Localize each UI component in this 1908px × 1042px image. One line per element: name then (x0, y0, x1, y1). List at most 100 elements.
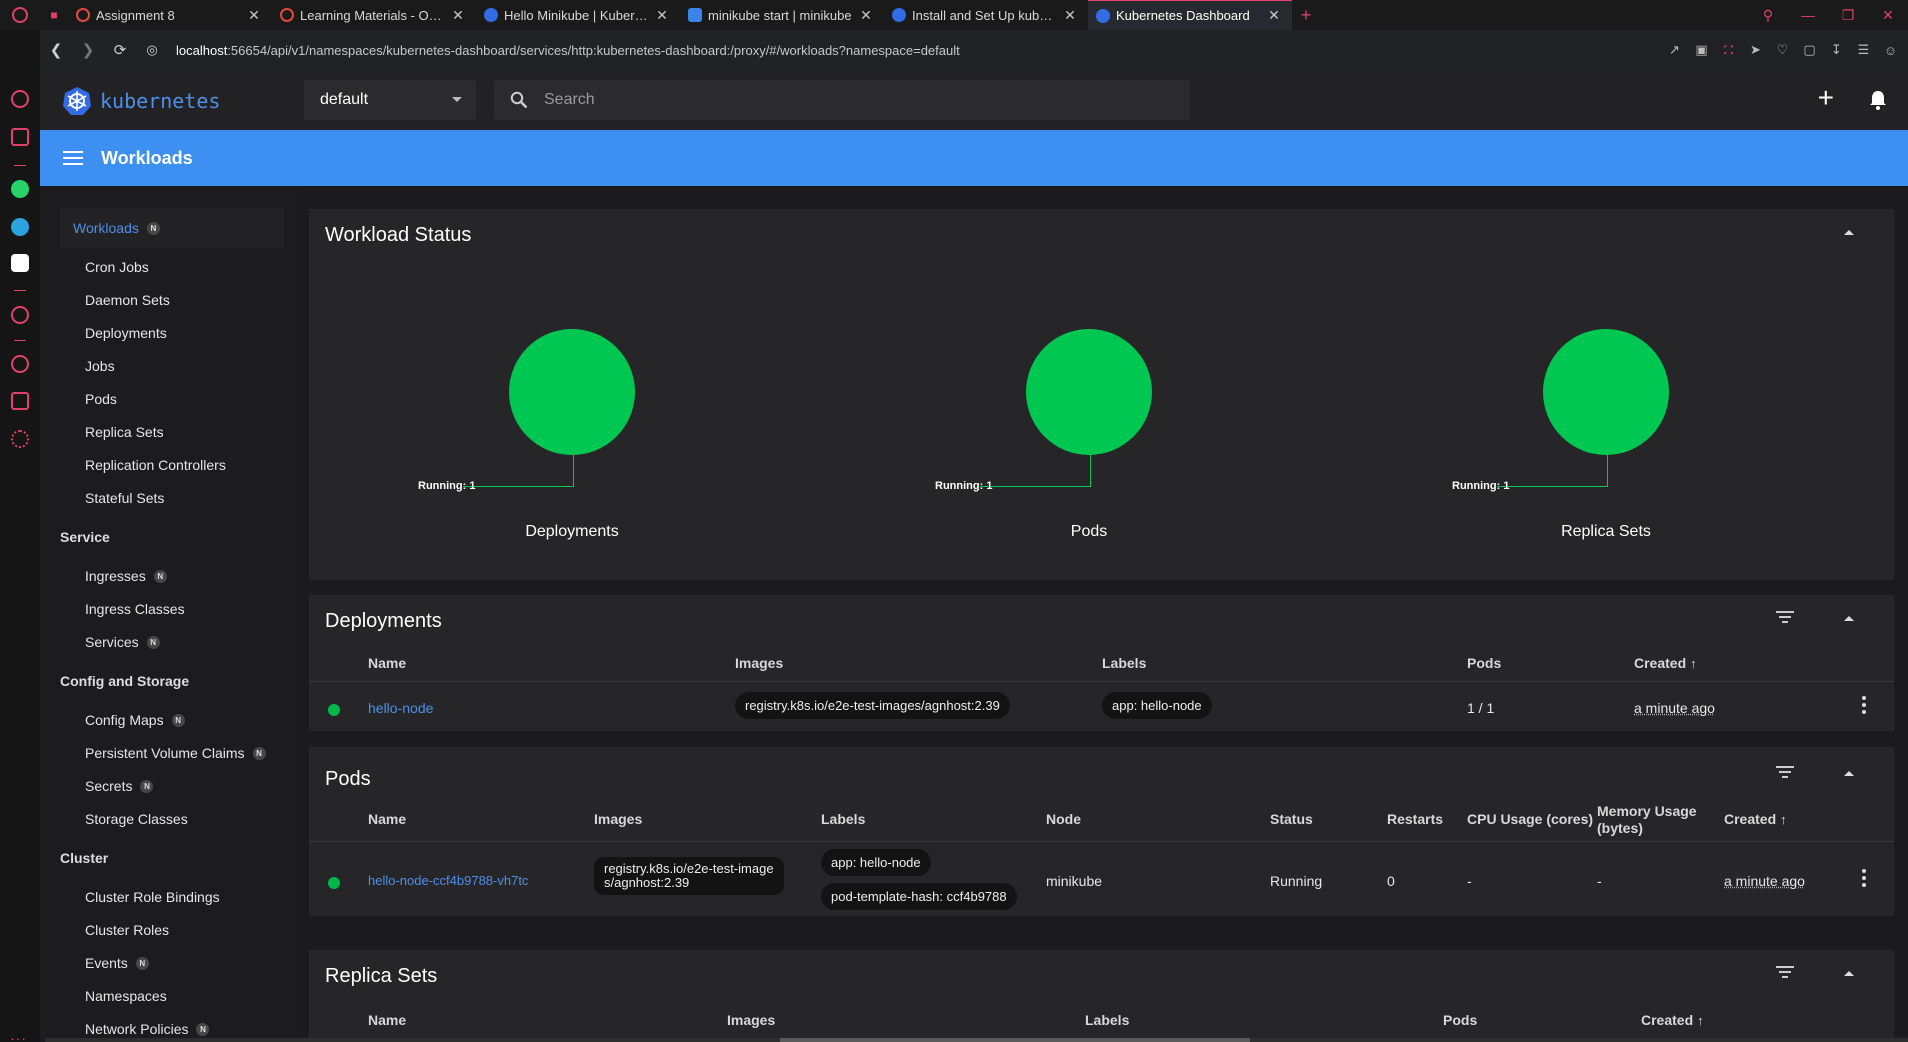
nav-replication-controllers[interactable]: Replication Controllers (85, 457, 226, 473)
nav-cluster[interactable]: Cluster (60, 850, 108, 866)
nav-storage-classes[interactable]: Storage Classes (85, 811, 188, 827)
nav-pods[interactable]: Pods (85, 391, 117, 407)
col-created[interactable]: Created ↑ (1634, 655, 1697, 671)
col-created[interactable]: Created ↑ (1724, 811, 1787, 827)
profile-icon[interactable]: ☺ (1877, 43, 1904, 58)
running-count-label: Running: 1 (418, 480, 476, 492)
back-icon[interactable]: ❮ (40, 41, 72, 59)
send-icon[interactable]: ➤ (1742, 42, 1769, 58)
nav-network-policies[interactable]: Network Policies N (85, 1021, 210, 1037)
nav-replica-sets[interactable]: Replica Sets (85, 424, 164, 440)
address-bar-actions: ↗ ▣ ⛚ ➤ ♡ ▢ ↧ ☰ ☺ (1661, 30, 1904, 70)
nav-config-and-storage[interactable]: Config and Storage (60, 673, 189, 689)
nav-secrets[interactable]: Secrets N (85, 778, 154, 794)
close-icon[interactable]: ✕ (450, 7, 466, 24)
minimize-icon[interactable]: — (1788, 7, 1828, 23)
close-icon[interactable]: ✕ (858, 7, 874, 24)
deployment-name-link[interactable]: hello-node (368, 700, 433, 716)
running-donut[interactable] (509, 329, 635, 455)
nav-jobs[interactable]: Jobs (85, 358, 115, 374)
nav-cron-jobs[interactable]: Cron Jobs (85, 259, 149, 275)
tab-install-kubectl[interactable]: Install and Set Up kubectl on ✕ (884, 0, 1088, 30)
whatsapp-icon[interactable] (11, 180, 29, 198)
settings-icon[interactable] (11, 430, 29, 448)
namespace-selector[interactable]: default (304, 80, 476, 120)
new-tab-button[interactable]: + (1292, 5, 1320, 26)
search-input[interactable] (544, 91, 1144, 109)
nav-daemon-sets[interactable]: Daemon Sets (85, 292, 170, 308)
nav-deployments[interactable]: Deployments (85, 325, 167, 341)
col-name[interactable]: Name (368, 655, 406, 671)
camera-icon[interactable]: ▣ (1688, 42, 1715, 58)
scrollbar-thumb[interactable] (780, 1038, 1250, 1042)
col-created[interactable]: Created ↑ (1641, 1012, 1704, 1028)
chevron-up-icon[interactable] (1844, 230, 1854, 235)
reload-icon[interactable]: ⟳ (104, 41, 136, 59)
nav-services[interactable]: Services N (85, 634, 160, 650)
nav-workloads[interactable]: Workloads N (60, 208, 284, 248)
forward-icon[interactable]: ❯ (72, 41, 104, 59)
cube-icon[interactable]: ▢ (1796, 42, 1823, 58)
filter-icon[interactable] (1776, 966, 1794, 978)
maximize-icon[interactable]: ❐ (1828, 7, 1868, 24)
download-icon[interactable]: ↧ (1823, 42, 1850, 58)
close-icon[interactable]: ✕ (1266, 7, 1282, 24)
nav-persistent-volume-claims[interactable]: Persistent Volume Claims N (85, 745, 266, 761)
nav-ingress-classes[interactable]: Ingress Classes (85, 601, 185, 617)
filter-icon[interactable] (1776, 611, 1794, 623)
discord-tab[interactable]: ■ (40, 0, 68, 30)
more-actions-icon[interactable] (1862, 869, 1866, 890)
close-icon[interactable]: ✕ (654, 7, 670, 24)
chevron-up-icon[interactable] (1844, 771, 1854, 776)
more-actions-icon[interactable] (1862, 696, 1866, 717)
tab-kubernetes-dashboard[interactable]: Kubernetes Dashboard ✕ (1088, 0, 1292, 30)
adblock-icon[interactable]: ⛚ (1715, 42, 1742, 58)
running-donut[interactable] (1026, 329, 1152, 455)
horizontal-scrollbar[interactable] (45, 1038, 1908, 1042)
site-info-icon[interactable]: ◎ (136, 42, 168, 58)
pod-restarts: 0 (1387, 873, 1395, 889)
kubernetes-logo[interactable]: kubernetes (62, 86, 220, 116)
speed-dial-icon[interactable] (11, 90, 29, 108)
history-icon[interactable] (11, 355, 29, 373)
nav-namespaces[interactable]: Namespaces (85, 988, 167, 1004)
tab-assignment-8[interactable]: Assignment 8 ✕ (68, 0, 272, 30)
create-resource-icon[interactable]: + (1818, 84, 1834, 112)
notifications-bell-icon[interactable] (1866, 88, 1890, 112)
tab-hello-minikube[interactable]: Hello Minikube | Kubernetes ✕ (476, 0, 680, 30)
nav-label: Config Maps (85, 712, 164, 728)
pod-name-link[interactable]: hello-node-ccf4b9788-vh7tc (368, 873, 528, 888)
telegram-icon[interactable] (11, 218, 29, 236)
nav-config-maps[interactable]: Config Maps N (85, 712, 185, 728)
player-icon[interactable] (11, 306, 29, 324)
opera-menu-icon[interactable] (0, 0, 40, 30)
col-name[interactable]: Name (368, 1012, 406, 1028)
close-icon[interactable]: ✕ (1062, 7, 1078, 24)
nav-service[interactable]: Service (60, 529, 110, 545)
chevron-up-icon[interactable] (1844, 616, 1854, 621)
nav-ingresses[interactable]: Ingresses N (85, 568, 167, 584)
extensions-icon[interactable] (11, 128, 29, 146)
nav-cluster-roles[interactable]: Cluster Roles (85, 922, 169, 938)
col-name[interactable]: Name (368, 811, 406, 827)
share-icon[interactable]: ↗ (1661, 42, 1688, 58)
close-window-icon[interactable]: ✕ (1868, 7, 1908, 24)
more-icon[interactable]: ··· (10, 1030, 27, 1042)
nav-events[interactable]: Events N (85, 955, 149, 971)
cube-icon[interactable] (11, 392, 29, 410)
chevron-up-icon[interactable] (1844, 971, 1854, 976)
search-tabs-icon[interactable]: ⚲ (1748, 7, 1788, 24)
running-donut[interactable] (1543, 329, 1669, 455)
tab-learning-materials[interactable]: Learning Materials - Opera ✕ (272, 0, 476, 30)
heart-icon[interactable]: ♡ (1769, 42, 1796, 58)
filter-icon[interactable] (1776, 766, 1794, 778)
tab-minikube-start[interactable]: minikube start | minikube ✕ (680, 0, 884, 30)
easy-setup-icon[interactable]: ☰ (1850, 42, 1877, 58)
url-field[interactable]: localhost:56654/api/v1/namespaces/kubern… (176, 43, 960, 58)
close-icon[interactable]: ✕ (246, 7, 262, 24)
pod-status: Running (1270, 873, 1323, 889)
hamburger-menu-icon[interactable] (63, 151, 83, 165)
nav-cluster-role-bindings[interactable]: Cluster Role Bindings (85, 889, 220, 905)
discord-icon[interactable] (11, 254, 29, 272)
nav-stateful-sets[interactable]: Stateful Sets (85, 490, 164, 506)
